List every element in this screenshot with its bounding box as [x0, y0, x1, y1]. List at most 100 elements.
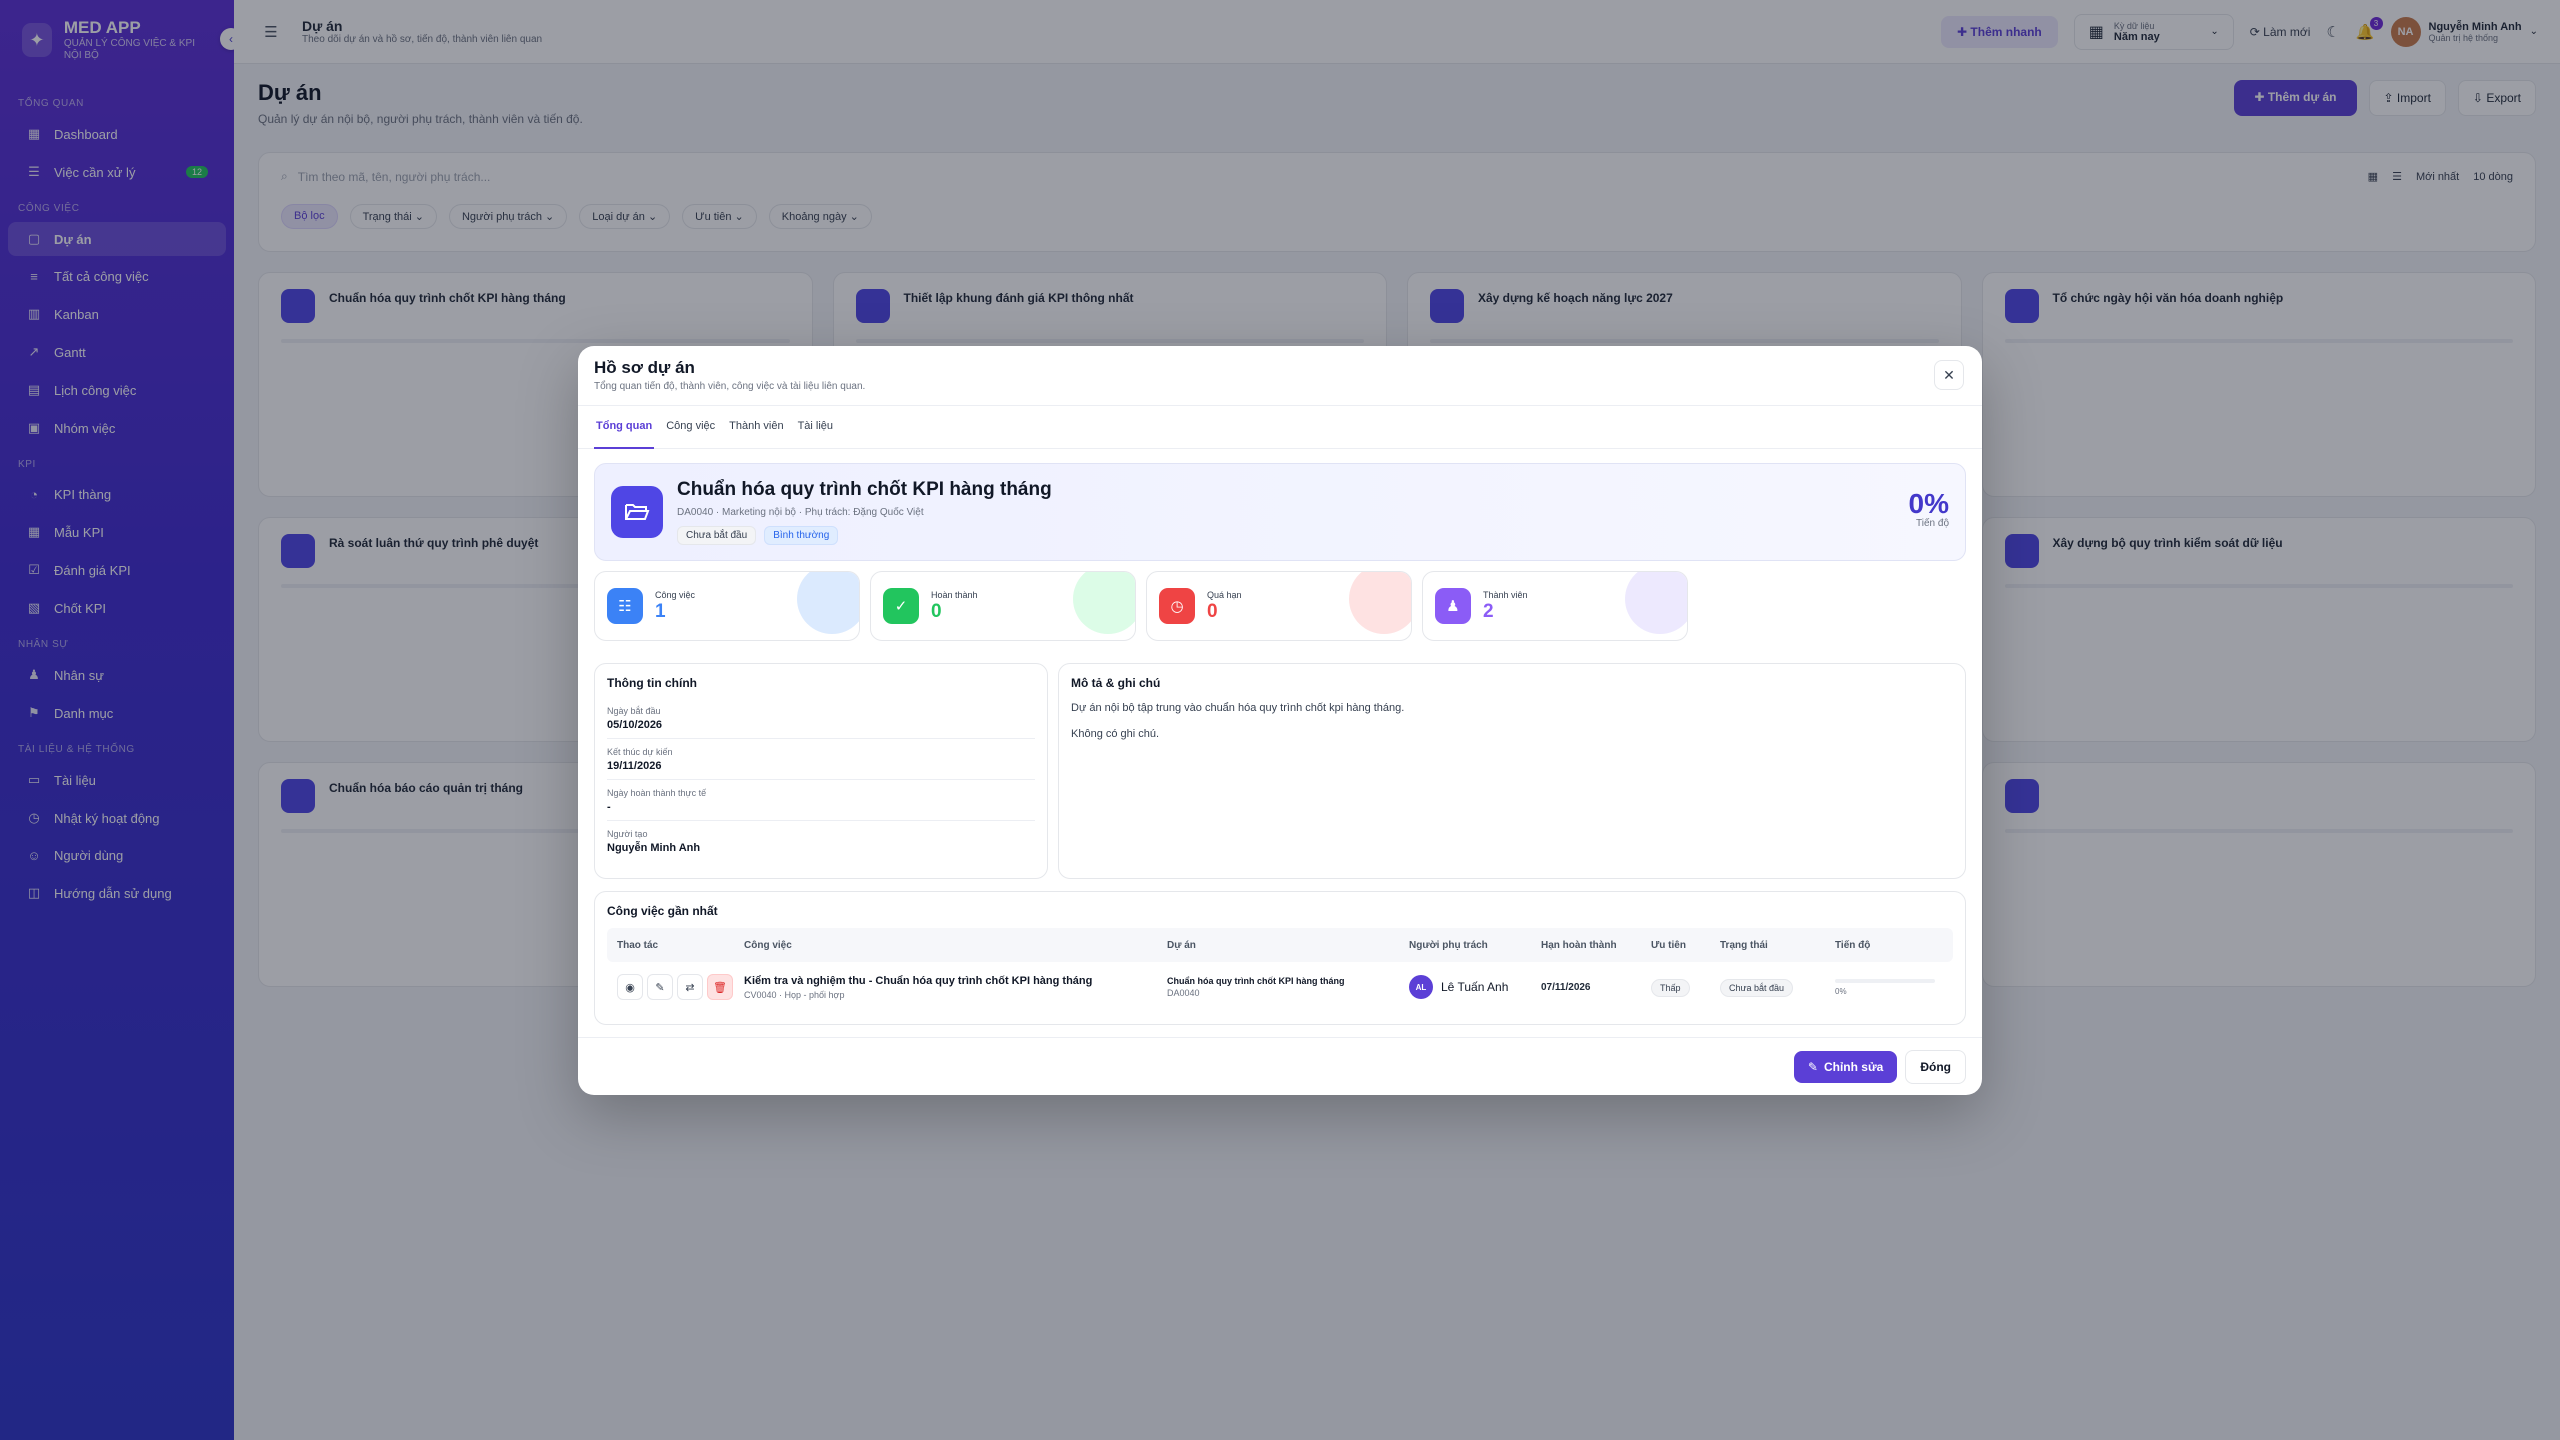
stat-card: ◷ Quá hạn 0 [1146, 571, 1412, 641]
stat-text: Hoàn thành 0 [931, 590, 978, 623]
row-actions: ◉ ✎ ⇄ 🗑 [607, 974, 744, 1000]
stat-text: Công việc 1 [655, 590, 695, 623]
project-stats: ☷ Công việc 1 ✓ Hoàn thành 0 ◷ Quá hạn 0 ♟ Thành v… [594, 571, 1966, 641]
stat-value: 0 [931, 600, 942, 622]
info-item: Kết thúc dự kiến 19/11/2026 [607, 743, 1035, 780]
info-label: Ngày bắt đầu [607, 706, 661, 716]
transfer-icon[interactable]: ⇄ [677, 974, 703, 1000]
recent-tasks-panel: Công việc gần nhất Thao tác Công việc Dự á… [594, 891, 1966, 1025]
column-header: Hạn hoàn thành [1541, 939, 1617, 951]
project-profile-modal: Hồ sơ dự án Tổng quan tiến độ, thành viê… [578, 346, 1982, 1095]
modal-subtitle: Tổng quan tiến độ, thành viên, công việc… [594, 381, 866, 392]
column-header: Trạng thái [1720, 939, 1768, 951]
owner-cell: AL Lê Tuấn Anh [1409, 975, 1541, 999]
column-header: Công việc [744, 939, 792, 951]
recent-tasks-title: Công việc gần nhất [607, 904, 718, 918]
progress-cell: 0% [1835, 978, 1953, 996]
info-item: Người tạo Nguyễn Minh Anh [607, 825, 1035, 861]
info-item: Ngày bắt đầu 05/10/2026 [607, 702, 1035, 739]
decorative-bubble [1073, 572, 1135, 634]
description-panel: Mô tả & ghi chú Dự án nội bộ tập trung v… [1058, 663, 1966, 879]
stat-value: 2 [1483, 600, 1494, 622]
owner-name: Lê Tuấn Anh [1441, 980, 1509, 994]
decorative-bubble [1349, 572, 1411, 634]
project-progress-value: 0% [1908, 488, 1949, 519]
progress-bar [1835, 978, 1935, 983]
priority-cell: Thấp [1651, 978, 1720, 997]
status-cell: Chưa bắt đầu [1720, 978, 1835, 997]
project-name: Chuẩn hóa quy trình chốt KPI hàng tháng [1167, 976, 1345, 986]
task-name: Kiểm tra và nghiệm thu - Chuẩn hóa quy t… [744, 974, 1093, 987]
action-buttons: ◉ ✎ ⇄ 🗑 [617, 974, 744, 1000]
info-value: Nguyễn Minh Anh [607, 842, 701, 854]
description-title: Mô tả & ghi chú [1071, 676, 1161, 690]
project-title: Chuẩn hóa quy trình chốt KPI hàng tháng [677, 479, 1052, 500]
project-code: DA0040 [1167, 988, 1200, 998]
view-icon[interactable]: ◉ [617, 974, 643, 1000]
stat-value: 0 [1207, 600, 1218, 622]
modal-tab[interactable]: Thành viên [727, 406, 785, 449]
main-info-panel: Thông tin chính Ngày bắt đầu 05/10/2026 Kế… [594, 663, 1048, 879]
column-header: Tiến độ [1835, 939, 1871, 951]
modal-title: Hồ sơ dự án [594, 358, 695, 377]
avatar: AL [1409, 975, 1433, 999]
stat-label: Hoàn thành [931, 589, 978, 600]
edit-button[interactable]: ✎ Chỉnh sửa [1793, 1050, 1898, 1083]
due-date: 07/11/2026 [1541, 981, 1591, 993]
column-header: Thao tác [617, 939, 659, 951]
description-text: Dự án nội bộ tập trung vào chuẩn hóa quy… [1071, 702, 1405, 714]
stat-icon: ☷ [607, 588, 643, 624]
delete-icon[interactable]: 🗑 [707, 974, 733, 1000]
stat-card: ✓ Hoàn thành 0 [870, 571, 1136, 641]
tasks-table-header: Thao tác Công việc Dự án Người phụ trách Hạn… [607, 928, 1953, 962]
owner: AL Lê Tuấn Anh [1409, 975, 1541, 999]
priority-badge: Thấp [1651, 978, 1690, 997]
modal-tab[interactable]: Công việc [664, 406, 717, 449]
priority-badge: Bình thường [764, 526, 839, 545]
stat-card: ♟ Thành viên 2 [1422, 571, 1688, 641]
stat-value: 1 [655, 600, 666, 622]
decorative-bubble [797, 572, 859, 634]
stat-label: Quá hạn [1207, 589, 1242, 600]
project-hero: Chuẩn hóa quy trình chốt KPI hàng tháng … [594, 463, 1966, 561]
modal-tab[interactable]: Tổng quan [594, 406, 655, 449]
info-item: Ngày hoàn thành thực tế - [607, 784, 1035, 821]
project-meta: DA0040 · Marketing nội bộ · Phụ trách: Đ… [677, 507, 924, 518]
stat-icon: ◷ [1159, 588, 1195, 624]
edit-icon[interactable]: ✎ [647, 974, 673, 1000]
stat-label: Công việc [655, 589, 696, 600]
edit-label: Chỉnh sửa [1823, 1059, 1884, 1074]
status-badge: Chưa bắt đầu [1720, 978, 1794, 997]
close-button[interactable]: Đóng [1905, 1049, 1966, 1084]
pencil-icon: ✎ [1807, 1059, 1818, 1074]
decorative-bubble [1625, 572, 1687, 634]
stat-text: Quá hạn 0 [1207, 590, 1242, 623]
project-progress-label: Tiến độ [1916, 518, 1949, 529]
column-header: Ưu tiên [1651, 939, 1686, 951]
notes-text: Không có ghi chú. [1071, 728, 1160, 740]
modal-tab[interactable]: Tài liệu [796, 406, 835, 449]
column-header: Người phụ trách [1409, 939, 1488, 951]
info-value: 05/10/2026 [607, 719, 663, 731]
stat-card: ☷ Công việc 1 [594, 571, 860, 641]
modal-tabs: Tổng quan Công việc Thành viên Tài liệu [578, 406, 1982, 449]
project-cell: Chuẩn hóa quy trình chốt KPI hàng tháng D… [1167, 976, 1409, 998]
task-meta: CV0040 · Họp - phối hợp [744, 989, 845, 1000]
stat-icon: ♟ [1435, 588, 1471, 624]
modal-footer: ✎ Chỉnh sửa Đóng [578, 1037, 1982, 1095]
stat-text: Thành viên 2 [1483, 590, 1528, 623]
info-label: Kết thúc dự kiến [607, 747, 673, 757]
stat-label: Thành viên [1483, 589, 1528, 600]
info-value: 19/11/2026 [607, 760, 662, 772]
info-value: - [607, 801, 611, 813]
task-cell[interactable]: Kiểm tra và nghiệm thu - Chuẩn hóa quy t… [744, 975, 1167, 1000]
stat-icon: ✓ [883, 588, 919, 624]
main-info-title: Thông tin chính [607, 676, 697, 690]
info-label: Ngày hoàn thành thực tế [607, 788, 707, 798]
table-row: ◉ ✎ ⇄ 🗑 Kiểm tra và nghiệm thu - Chuẩn hóa q… [607, 962, 1953, 1012]
status-badge: Chưa bắt đầu [677, 526, 757, 545]
progress-text: 0% [1835, 986, 1847, 996]
info-label: Người tạo [607, 829, 648, 839]
close-icon[interactable]: ✕ [1934, 360, 1964, 390]
folder-open-icon [611, 486, 663, 538]
